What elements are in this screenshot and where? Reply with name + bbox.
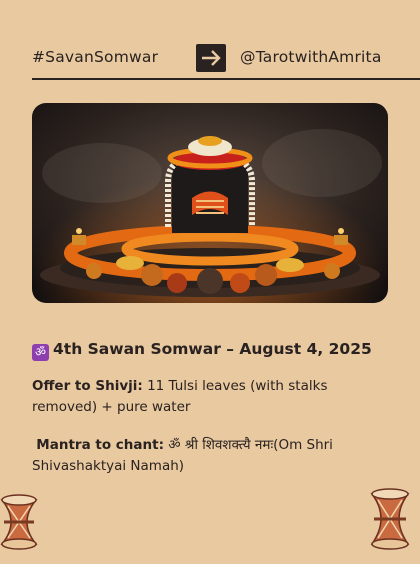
offer-paragraph: Offer to Shivji: 11 Tulsi leaves (with s…	[32, 376, 382, 418]
hashtag-link[interactable]: #SavanSomwar	[32, 48, 158, 66]
title-text: 4th Sawan Somwar – August 4, 2025	[53, 340, 372, 358]
header-divider	[32, 78, 420, 80]
offer-label: Offer to Shivji:	[32, 378, 143, 394]
mantra-label: Mantra to chant:	[36, 437, 164, 453]
damru-drum-icon	[0, 492, 56, 564]
page-title: ॐ 4th Sawan Somwar – August 4, 2025	[32, 340, 372, 361]
handle-link[interactable]: @TarotwithAmrita	[240, 48, 382, 66]
mantra-paragraph: Mantra to chant: ॐ श्री शिवशक्त्यै नमः(O…	[32, 435, 382, 477]
shivling-photo	[32, 103, 388, 303]
header: #SavanSomwar @TarotwithAmrita	[32, 44, 408, 72]
damru-drum-icon	[362, 484, 420, 564]
right-arrow-icon	[196, 44, 226, 72]
om-icon: ॐ	[32, 344, 49, 361]
